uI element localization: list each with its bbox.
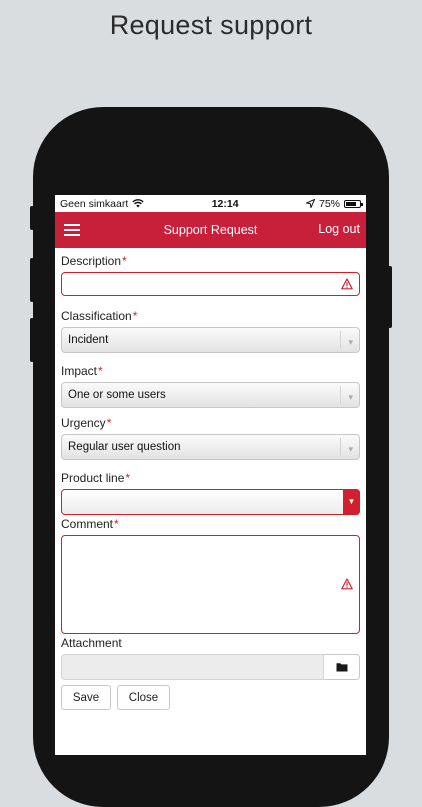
battery-icon (344, 199, 363, 208)
warning-icon (341, 578, 353, 590)
chevron-down-icon: ▾ (348, 444, 353, 454)
classification-label: Classification* (61, 309, 138, 323)
impact-label: Impact* (61, 364, 103, 378)
phone-power-button (388, 266, 392, 328)
clock: 12:14 (211, 197, 239, 210)
chevron-down-icon: ▼ (343, 489, 360, 515)
impact-select[interactable]: One or some users ▾ (61, 382, 360, 408)
classification-value: Incident (68, 334, 109, 346)
action-buttons: Save Close (61, 685, 360, 710)
hamburger-icon[interactable] (64, 224, 80, 236)
chevron-down-icon: ▾ (348, 337, 353, 347)
support-request-form: Description* Classification* Incident ▾ … (55, 248, 366, 710)
urgency-select[interactable]: Regular user question ▾ (61, 434, 360, 460)
folder-icon (336, 663, 347, 672)
description-input[interactable] (61, 272, 360, 296)
phone-volume-down-button (30, 318, 34, 362)
comment-textarea[interactable] (61, 535, 360, 634)
browse-button[interactable] (324, 654, 360, 680)
attachment-row (61, 654, 360, 680)
impact-value: One or some users (68, 389, 166, 401)
urgency-value: Regular user question (68, 441, 181, 453)
product-line-select[interactable]: ▼ (61, 489, 360, 515)
save-button[interactable]: Save (61, 685, 111, 710)
phone-volume-up-button (30, 258, 34, 302)
battery-fill (346, 201, 356, 206)
description-label: Description* (61, 254, 127, 268)
attachment-input[interactable] (61, 654, 324, 680)
comment-label: Comment* (61, 517, 119, 531)
app-screen: Geen simkaart 12:14 75% Support Request … (55, 195, 366, 755)
attachment-label: Attachment (61, 636, 122, 650)
carrier-label: Geen simkaart (60, 197, 129, 210)
headline: Request support (109, 10, 313, 40)
product-line-label: Product line* (61, 471, 131, 485)
phone-side-button (30, 206, 34, 230)
close-button[interactable]: Close (117, 685, 170, 710)
warning-icon (341, 278, 353, 290)
wifi-icon (132, 199, 144, 208)
chevron-down-icon: ▾ (348, 392, 353, 402)
location-arrow-icon (305, 199, 315, 208)
status-bar: Geen simkaart 12:14 75% (55, 195, 366, 212)
urgency-label: Urgency* (61, 416, 112, 430)
classification-select[interactable]: Incident ▾ (61, 327, 360, 353)
battery-percent: 75% (318, 197, 340, 210)
logout-button[interactable]: Log out (318, 222, 360, 236)
navbar: Support Request Log out (55, 212, 366, 248)
